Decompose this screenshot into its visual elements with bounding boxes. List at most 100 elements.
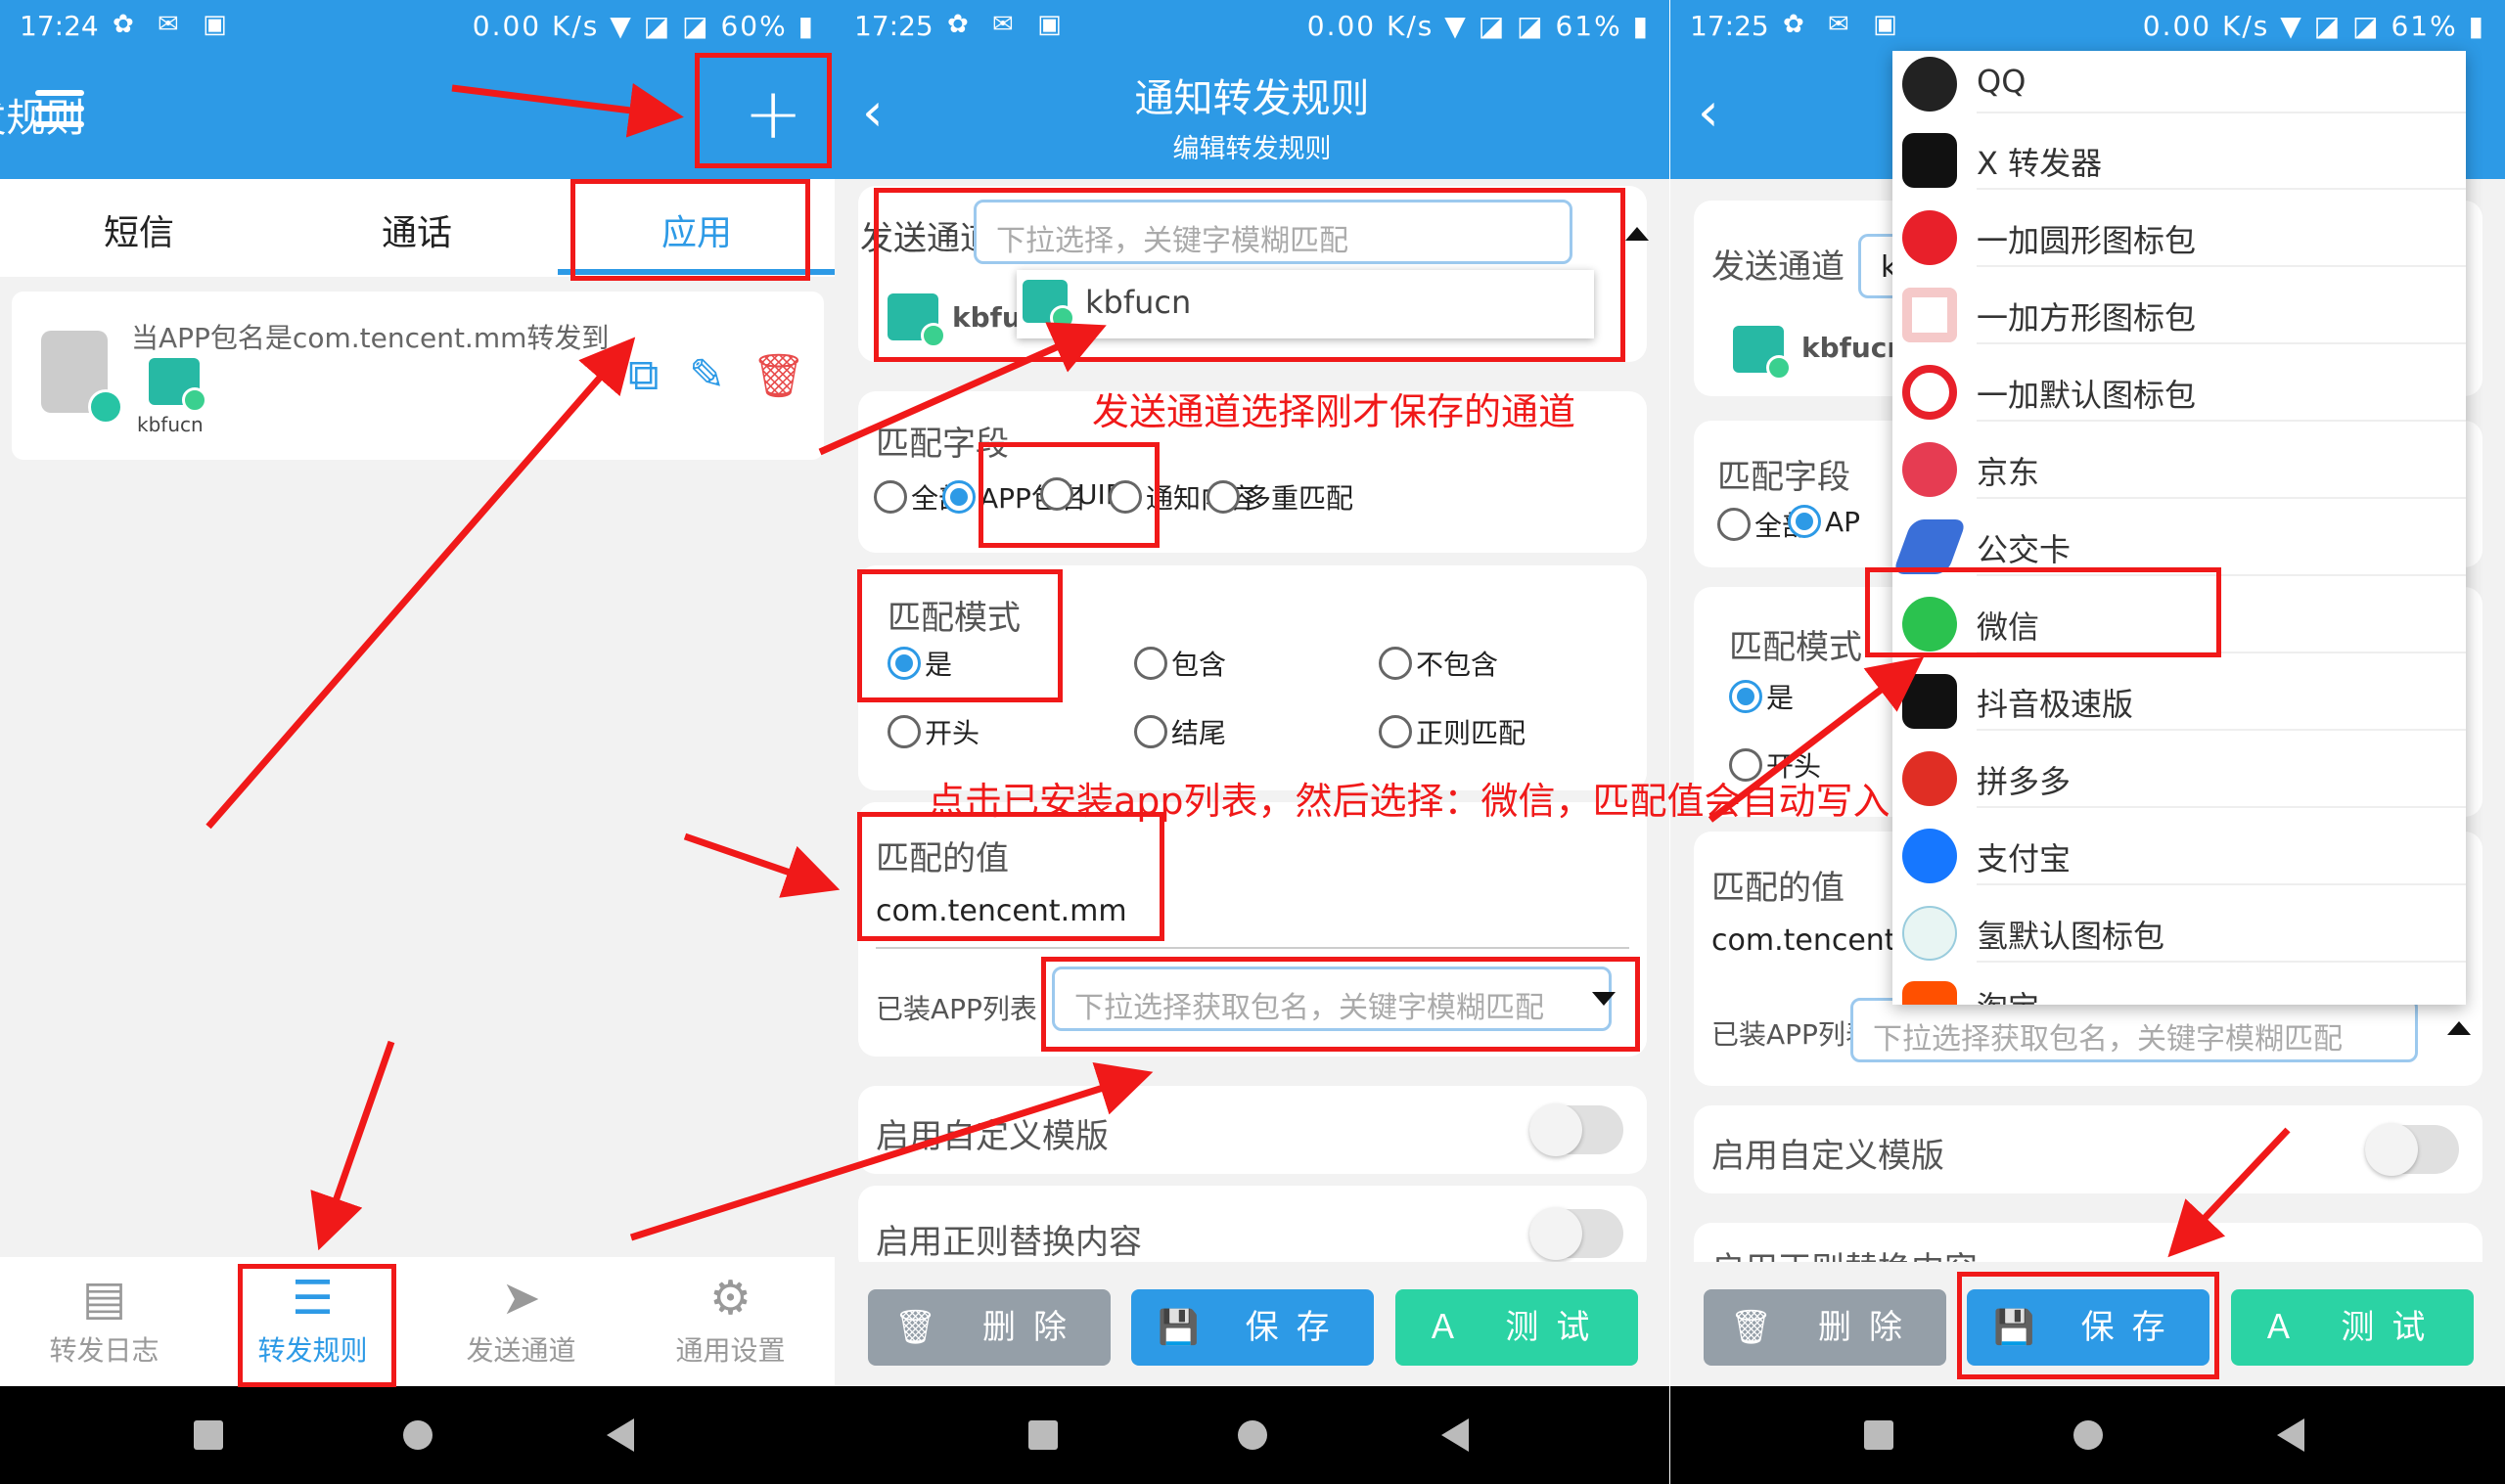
delete-label: 删除 [981,1308,1084,1347]
status-right: 0.00 K/s ▼ ◪ ◪ 60% ▮ [472,10,815,42]
annotation-channel-note: 发送通道选择刚才保存的通道 [1092,390,1576,433]
battery-level: 60% [720,10,788,42]
radio-label: 开头 [925,717,980,749]
app-item-hydrogen-icons[interactable]: 氢默认图标包 [1892,900,2466,963]
radio-field-multi[interactable]: 多重匹配 [1207,477,1353,517]
edit-icon[interactable]: ✎ [689,350,725,400]
installed-apps-select[interactable]: 下拉选择获取包名，关键字模糊匹配 [1850,998,2418,1062]
tab-call[interactable]: 通话 [382,204,452,255]
app-name: 一加方形图标包 [1977,299,2197,337]
delete-button[interactable]: 🗑 删除 [1704,1289,1946,1366]
status-right: 0.00 K/s ▼ ◪ ◪ 61% ▮ [1306,10,1650,42]
radio-mode-starts[interactable]: 开头 [888,712,979,751]
bottom-navigation: ▤ 转发日志 ☰ 转发规则 ➤ 发送通道 ⚙ 通用设置 [0,1257,835,1386]
highlight-match-value [857,812,1164,941]
net-speed: 0.00 K/s [472,10,600,42]
delete-icon[interactable]: 🗑 [752,350,806,401]
jd-icon [1902,442,1957,497]
highlight-app-tab [570,179,810,281]
recents-icon[interactable] [1864,1420,1893,1450]
send-icon: ➤ [501,1271,541,1326]
regex-replace-card: 启用正则替换内容 [858,1186,1647,1274]
highlight-add-button [695,53,832,168]
recents-icon[interactable] [1028,1420,1058,1450]
system-nav-bar [1670,1386,2505,1484]
oneplus-round-icon [1902,210,1957,265]
log-icon: ▤ [81,1271,127,1326]
action-bar: 🗑 删除 💾 保存 Ａ 测试 [835,1262,1669,1379]
home-icon[interactable] [2073,1420,2103,1450]
installed-apps-label: 已装APP列表 [876,993,1037,1025]
home-icon[interactable] [1238,1420,1267,1450]
radio-mode-not-contains[interactable]: 不包含 [1379,644,1498,683]
nav-settings[interactable]: ⚙ 通用设置 [626,1257,835,1386]
app-item-douyin-lite[interactable]: 抖音极速版 [1892,668,2466,731]
net-speed: 0.00 K/s [2142,10,2270,42]
app-item-taobao[interactable]: 淘宝 [1892,975,2466,1005]
radio-label: 是 [1766,682,1795,714]
radio-field-package[interactable]: AP [1788,505,1860,538]
back-button[interactable]: ‹ [1698,86,1719,139]
trash-icon: 🗑 [894,1308,982,1347]
status-bar: 17:25 ✿ ✉ ▣ 0.00 K/s ▼ ◪ ◪ 61% ▮ [1670,0,2505,51]
app-name: 抖音极速版 [1977,686,2134,723]
radio-label: 结尾 [1171,717,1227,749]
match-value-input[interactable]: com.tencent. [1711,923,1905,958]
radio-label: 正则匹配 [1416,717,1526,749]
app-name: 京东 [1977,454,2040,491]
app-item-oneplus-round[interactable]: 一加圆形图标包 [1892,204,2466,267]
delete-button[interactable]: 🗑 删除 [868,1289,1111,1366]
recents-icon[interactable] [194,1420,223,1450]
test-icon: Ａ [2261,1308,2342,1347]
app-item-oneplus-default[interactable]: 一加默认图标包 [1892,359,2466,422]
radio-mode-is[interactable]: 是 [1729,677,1794,716]
trash-icon: 🗑 [1730,1308,1818,1347]
radio-mode-contains[interactable]: 包含 [1134,644,1226,683]
app-item-jd[interactable]: 京东 [1892,436,2466,499]
nav-channels[interactable]: ➤ 发送通道 [417,1257,625,1386]
app-item-alipay[interactable]: 支付宝 [1892,823,2466,885]
status-time: 17:25 [854,10,934,42]
custom-template-toggle[interactable] [1529,1103,1623,1156]
nav-log[interactable]: ▤ 转发日志 [0,1257,208,1386]
highlight-wechat [1865,567,2221,657]
chevron-up-icon [2447,1021,2471,1035]
radio-label: 包含 [1171,649,1227,681]
test-button[interactable]: Ａ 测试 [2231,1289,2474,1366]
app-name: 氢默认图标包 [1977,918,2165,955]
match-mode-label: 匹配模式 [1729,628,1862,667]
rule-card[interactable]: 当APP包名是com.tencent.mm转发到 kbfucn ⧉ ✎ 🗑 [12,292,824,460]
status-bar: 17:25 ✿ ✉ ▣ 0.00 K/s ▼ ◪ ◪ 61% ▮ [835,0,1669,51]
home-icon[interactable] [403,1420,433,1450]
hydrogen-icon [1902,906,1957,961]
notification-icons: ✿ ✉ ▣ [947,10,1070,39]
test-icon: Ａ [1426,1308,1506,1347]
highlight-rules-nav [238,1264,396,1387]
notification-icons: ✿ ✉ ▣ [113,10,235,39]
back-icon[interactable] [2277,1418,2304,1452]
app-item-oneplus-square[interactable]: 一加方形图标包 [1892,282,2466,344]
qq-icon [1902,57,1957,112]
app-item-xforwarder[interactable]: X 转发器 [1892,127,2466,190]
regex-replace-toggle[interactable] [1529,1207,1623,1260]
radio-mode-ends[interactable]: 结尾 [1134,712,1226,751]
app-item-qq[interactable]: QQ [1892,51,2466,113]
back-icon[interactable] [1441,1418,1469,1452]
douyin-icon [1902,674,1957,729]
copy-icon[interactable]: ⧉ [628,350,659,400]
net-speed: 0.00 K/s [1306,10,1435,42]
radio-mode-regex[interactable]: 正则匹配 [1379,712,1526,751]
page-title: 通知转发规则 [1134,76,1370,121]
highlight-match-mode [857,569,1063,702]
test-button[interactable]: Ａ 测试 [1395,1289,1638,1366]
app-item-pinduoduo[interactable]: 拼多多 [1892,745,2466,808]
match-value-label: 匹配的值 [1711,869,1845,908]
custom-template-toggle[interactable] [2365,1123,2459,1176]
alipay-icon [1902,829,1957,883]
app-name: 一加圆形图标包 [1977,222,2197,259]
taobao-icon [1902,981,1957,1005]
channel-selected: kbfucn [1801,332,1907,364]
tab-sms[interactable]: 短信 [104,204,174,255]
save-button[interactable]: 💾 保存 [1131,1289,1374,1366]
back-icon[interactable] [607,1418,634,1452]
